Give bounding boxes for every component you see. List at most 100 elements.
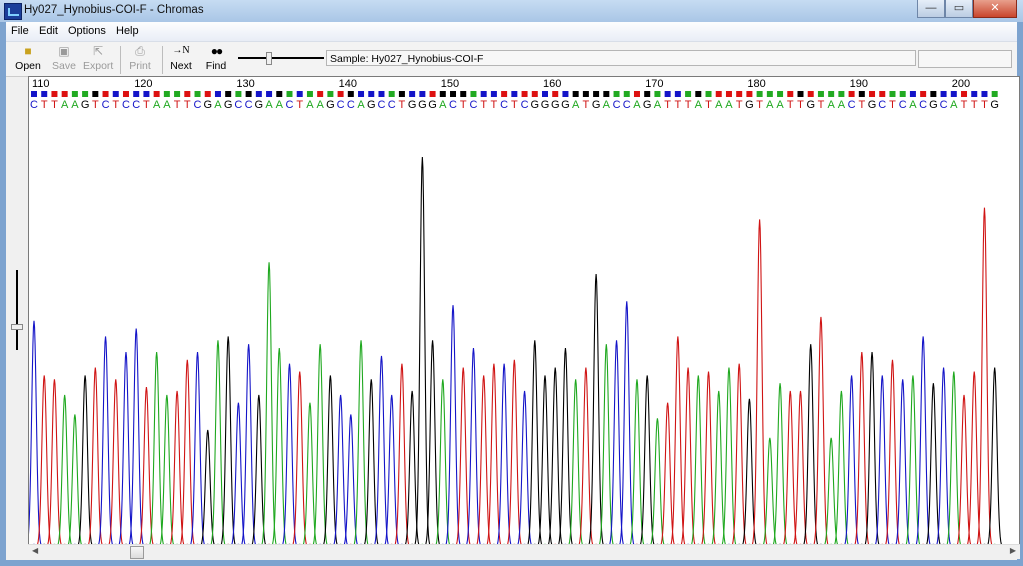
base-call[interactable]: A: [214, 99, 222, 111]
print-button[interactable]: ⎙ Print: [125, 44, 155, 72]
base-call[interactable]: C: [899, 99, 907, 111]
menu-options[interactable]: Options: [68, 25, 106, 37]
base-call[interactable]: A: [715, 99, 723, 111]
base-call[interactable]: C: [613, 99, 621, 111]
base-call[interactable]: A: [265, 99, 273, 111]
horizontal-scrollbar[interactable]: ◀ ▶: [28, 544, 1020, 559]
base-call[interactable]: A: [153, 99, 161, 111]
base-call[interactable]: T: [460, 99, 467, 111]
minimize-button[interactable]: —: [917, 0, 945, 18]
base-call[interactable]: A: [909, 99, 917, 111]
base-call[interactable]: T: [664, 99, 671, 111]
base-call[interactable]: G: [541, 99, 550, 111]
base-call[interactable]: C: [469, 99, 477, 111]
scrollbar-thumb[interactable]: [130, 546, 144, 559]
base-call[interactable]: A: [950, 99, 958, 111]
base-call[interactable]: T: [184, 99, 191, 111]
base-call[interactable]: T: [787, 99, 794, 111]
open-button[interactable]: ■ Open: [13, 44, 43, 72]
base-call[interactable]: T: [674, 99, 681, 111]
base-call[interactable]: C: [388, 99, 396, 111]
horizontal-zoom-slider[interactable]: [238, 49, 324, 65]
base-call[interactable]: T: [143, 99, 150, 111]
base-call[interactable]: A: [439, 99, 447, 111]
export-button[interactable]: ⇱ Export: [83, 44, 113, 72]
base-call[interactable]: T: [685, 99, 692, 111]
base-call[interactable]: T: [51, 99, 58, 111]
vslider-thumb[interactable]: [11, 324, 23, 330]
base-call[interactable]: G: [929, 99, 938, 111]
base-call[interactable]: T: [736, 99, 743, 111]
base-call[interactable]: C: [521, 99, 529, 111]
base-call[interactable]: G: [224, 99, 233, 111]
base-call[interactable]: G: [255, 99, 264, 111]
base-call[interactable]: C: [940, 99, 948, 111]
base-call[interactable]: C: [102, 99, 110, 111]
scroll-right-arrow[interactable]: ▶: [1010, 546, 1016, 555]
base-call[interactable]: G: [81, 99, 90, 111]
base-call[interactable]: T: [981, 99, 988, 111]
base-call[interactable]: T: [92, 99, 99, 111]
base-call[interactable]: A: [357, 99, 365, 111]
base-call[interactable]: T: [399, 99, 406, 111]
base-call[interactable]: A: [776, 99, 784, 111]
base-call[interactable]: T: [961, 99, 968, 111]
base-call[interactable]: T: [889, 99, 896, 111]
base-call[interactable]: A: [603, 99, 611, 111]
find-button[interactable]: ●● Find: [201, 44, 231, 72]
base-call[interactable]: C: [122, 99, 130, 111]
base-call[interactable]: A: [572, 99, 580, 111]
base-call[interactable]: T: [818, 99, 825, 111]
base-call[interactable]: C: [234, 99, 242, 111]
base-call[interactable]: T: [858, 99, 865, 111]
base-call[interactable]: G: [561, 99, 570, 111]
base-call[interactable]: C: [337, 99, 345, 111]
base-call[interactable]: C: [500, 99, 508, 111]
base-call[interactable]: T: [480, 99, 487, 111]
base-call[interactable]: A: [695, 99, 703, 111]
base-call[interactable]: C: [848, 99, 856, 111]
base-call[interactable]: G: [408, 99, 417, 111]
base-call[interactable]: T: [971, 99, 978, 111]
base-call[interactable]: A: [276, 99, 284, 111]
scroll-left-arrow[interactable]: ◀: [32, 546, 38, 555]
base-call[interactable]: C: [132, 99, 140, 111]
base-call[interactable]: A: [766, 99, 774, 111]
base-call[interactable]: T: [705, 99, 712, 111]
base-call[interactable]: T: [583, 99, 590, 111]
base-call[interactable]: G: [530, 99, 539, 111]
base-call[interactable]: C: [878, 99, 886, 111]
base-call[interactable]: A: [838, 99, 846, 111]
base-call[interactable]: T: [511, 99, 518, 111]
base-call[interactable]: G: [367, 99, 376, 111]
base-call[interactable]: T: [296, 99, 303, 111]
base-call[interactable]: C: [623, 99, 631, 111]
base-call[interactable]: G: [592, 99, 601, 111]
base-call[interactable]: C: [919, 99, 927, 111]
vertical-scale-slider[interactable]: [10, 266, 24, 356]
base-call[interactable]: A: [725, 99, 733, 111]
menu-file[interactable]: File: [11, 25, 29, 37]
base-call[interactable]: T: [41, 99, 48, 111]
base-call[interactable]: A: [316, 99, 324, 111]
base-call[interactable]: A: [827, 99, 835, 111]
base-call[interactable]: C: [286, 99, 294, 111]
maximize-button[interactable]: ▭: [945, 0, 973, 18]
menu-edit[interactable]: Edit: [39, 25, 58, 37]
base-call[interactable]: C: [347, 99, 355, 111]
base-call[interactable]: G: [745, 99, 754, 111]
base-call[interactable]: C: [194, 99, 202, 111]
base-call[interactable]: T: [756, 99, 763, 111]
base-call[interactable]: A: [61, 99, 69, 111]
slider-thumb[interactable]: [266, 52, 272, 65]
base-call[interactable]: A: [71, 99, 79, 111]
close-button[interactable]: ✕: [973, 0, 1017, 18]
chromatogram-panel[interactable]: 110 120 130 140 150 160 170 180 190 200 CTTAAGTCT…: [28, 76, 1020, 556]
base-call[interactable]: T: [174, 99, 181, 111]
base-call[interactable]: G: [643, 99, 652, 111]
base-call[interactable]: G: [418, 99, 427, 111]
base-call[interactable]: G: [428, 99, 437, 111]
base-call[interactable]: C: [30, 99, 38, 111]
base-call[interactable]: G: [868, 99, 877, 111]
base-call[interactable]: C: [245, 99, 253, 111]
